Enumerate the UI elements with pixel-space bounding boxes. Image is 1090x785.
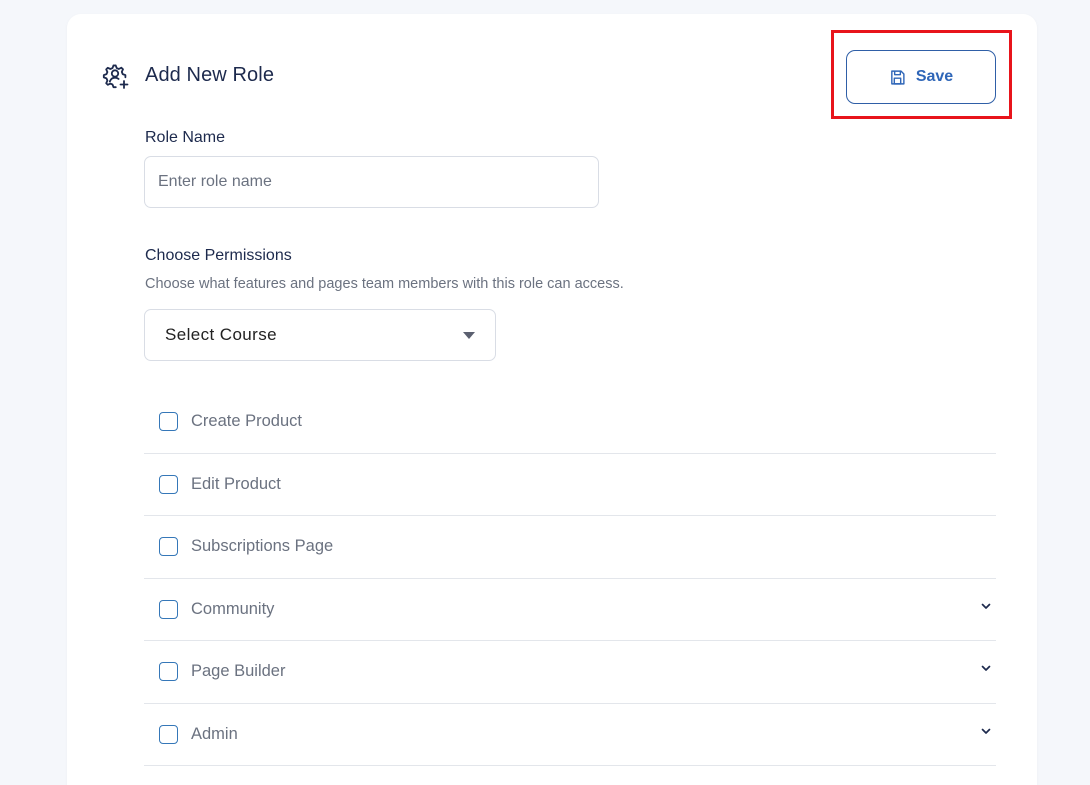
permission-item-subscriptions-page: Subscriptions Page: [144, 516, 996, 579]
role-name-input[interactable]: [144, 156, 599, 208]
permission-label: Subscriptions Page: [191, 537, 334, 556]
save-button[interactable]: Save: [846, 50, 996, 104]
caret-down-icon: [463, 331, 475, 339]
permissions-list: Create Product Edit Product Subscription…: [144, 391, 996, 766]
permission-item-community: Community: [144, 579, 996, 641]
chevron-down-icon[interactable]: [979, 724, 993, 738]
permissions-helper-text: Choose what features and pages team memb…: [145, 276, 624, 292]
save-button-label: Save: [915, 68, 954, 85]
user-gear-icon: [102, 64, 129, 89]
permission-item-edit-product: Edit Product: [144, 454, 996, 516]
course-select[interactable]: Select Course: [144, 309, 496, 361]
checkbox[interactable]: [159, 412, 178, 432]
checkbox[interactable]: [159, 662, 178, 682]
permission-item-admin: Admin: [144, 704, 996, 766]
permission-item-page-builder: Page Builder: [144, 641, 996, 704]
checkbox[interactable]: [159, 724, 178, 744]
chevron-down-icon[interactable]: [979, 661, 993, 675]
checkbox[interactable]: [159, 537, 178, 557]
permissions-title: Choose Permissions: [145, 247, 292, 264]
permission-label: Community: [191, 599, 275, 618]
checkbox[interactable]: [159, 474, 178, 494]
chevron-down-icon[interactable]: [979, 599, 993, 613]
permission-label: Edit Product: [191, 474, 281, 493]
course-select-value: Select Course: [165, 325, 277, 344]
permission-label: Admin: [191, 724, 238, 743]
checkbox[interactable]: [159, 599, 178, 619]
floppy-disk-icon: [890, 69, 905, 85]
permission-item-create-product: Create Product: [144, 391, 996, 454]
role-name-label: Role Name: [145, 129, 226, 146]
permission-label: Create Product: [191, 412, 302, 431]
permission-label: Page Builder: [191, 662, 286, 681]
page-title: Add New Role: [145, 64, 275, 86]
